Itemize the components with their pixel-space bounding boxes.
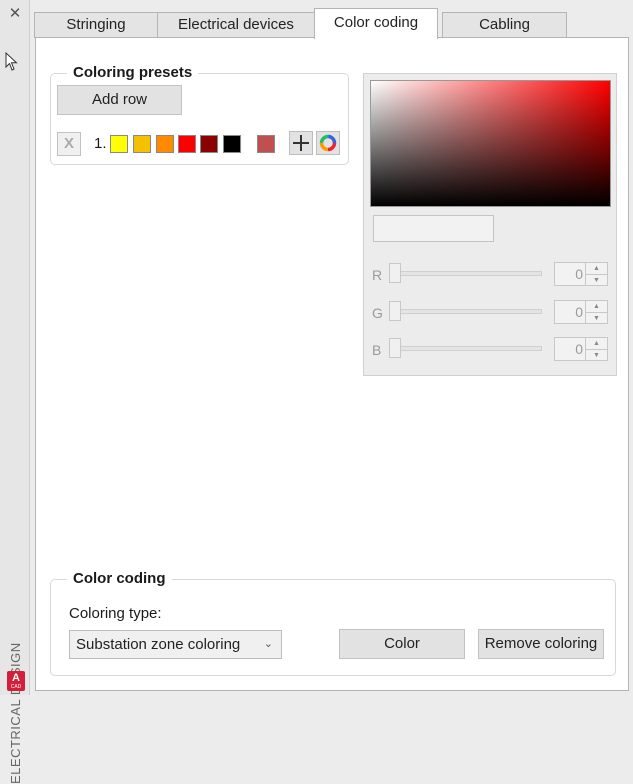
coloring-type-select[interactable]: Substation zone coloring ⌄ (69, 630, 282, 659)
color-coding-group: Color coding (50, 570, 616, 676)
coloring-type-label: Coloring type: (69, 605, 162, 622)
hex-color-field[interactable] (373, 215, 494, 242)
blue-stepper-arrows: ▲ ▼ (585, 338, 607, 360)
chevron-down-icon: ⌄ (263, 638, 273, 650)
preset-swatch-4[interactable] (178, 135, 196, 153)
coloring-presets-title: Coloring presets (67, 64, 199, 82)
app-logo-letter: A (12, 672, 20, 684)
preset-swatch-2[interactable] (133, 135, 151, 153)
palette-vertical-title: ELECTRICAL DESIGN (8, 642, 23, 784)
tab-cabling[interactable]: Cabling (442, 12, 567, 38)
color-coding-panel: Coloring presets Add row X 1. R 0 ▲ ▼ G … (35, 37, 629, 691)
color-button[interactable]: Color (339, 629, 465, 659)
green-stepper-arrows: ▲ ▼ (585, 301, 607, 323)
blue-channel-label: B (372, 342, 382, 358)
red-channel-label: R (372, 267, 383, 283)
arrow-down-icon[interactable]: ▼ (586, 312, 607, 323)
plus-icon (293, 135, 309, 151)
red-value[interactable]: 0 (555, 263, 585, 285)
app-logo-icon: A CAD (7, 671, 25, 691)
close-icon[interactable]: ✕ (7, 5, 23, 23)
preset-swatch-3[interactable] (156, 135, 174, 153)
mouse-pointer-icon (5, 52, 18, 71)
coloring-type-value: Substation zone coloring (76, 636, 241, 653)
preset-swatch-6[interactable] (223, 135, 241, 153)
green-value[interactable]: 0 (555, 301, 585, 323)
current-color-swatch[interactable] (257, 135, 275, 153)
arrow-down-icon[interactable]: ▼ (586, 349, 607, 360)
saturation-value-gradient[interactable] (370, 80, 611, 207)
red-value-stepper[interactable]: 0 ▲ ▼ (554, 262, 608, 286)
blue-value[interactable]: 0 (555, 338, 585, 360)
add-row-button[interactable]: Add row (57, 85, 182, 115)
delete-row-button[interactable]: X (57, 132, 81, 156)
blue-slider-thumb[interactable] (389, 338, 401, 358)
green-channel-label: G (372, 305, 383, 321)
preset-swatch-5[interactable] (200, 135, 218, 153)
color-wheel-button[interactable] (316, 131, 340, 155)
arrow-down-icon[interactable]: ▼ (586, 274, 607, 285)
tab-electrical-devices[interactable]: Electrical devices (157, 12, 315, 38)
color-coding-title: Color coding (67, 570, 172, 588)
arrow-up-icon[interactable]: ▲ (586, 263, 607, 274)
tab-stringing[interactable]: Stringing (34, 12, 158, 38)
remove-coloring-button[interactable]: Remove coloring (478, 629, 604, 659)
blue-value-stepper[interactable]: 0 ▲ ▼ (554, 337, 608, 361)
blue-slider-track[interactable] (389, 346, 542, 351)
red-slider-thumb[interactable] (389, 263, 401, 283)
palette-side-strip: ✕ ELECTRICAL DESIGN A CAD (0, 0, 30, 784)
red-stepper-arrows: ▲ ▼ (585, 263, 607, 285)
arrow-up-icon[interactable]: ▲ (586, 338, 607, 349)
preset-swatch-1[interactable] (110, 135, 128, 153)
app-logo-sub: CAD (10, 684, 22, 690)
green-slider-track[interactable] (389, 309, 542, 314)
red-slider-track[interactable] (389, 271, 542, 276)
arrow-up-icon[interactable]: ▲ (586, 301, 607, 312)
green-value-stepper[interactable]: 0 ▲ ▼ (554, 300, 608, 324)
tab-color-coding[interactable]: Color coding (314, 8, 438, 39)
color-picker: R 0 ▲ ▼ G 0 ▲ ▼ B 0 ▲ ▼ (363, 73, 617, 376)
color-wheel-icon (319, 134, 337, 152)
add-swatch-button[interactable] (289, 131, 313, 155)
green-slider-thumb[interactable] (389, 301, 401, 321)
preset-row-number: 1. (94, 135, 107, 152)
